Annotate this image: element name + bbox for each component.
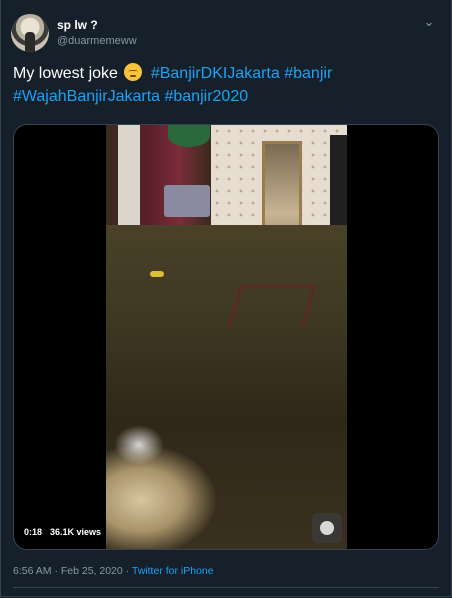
video-scene-box — [164, 185, 210, 217]
hashtag-banjir2020[interactable]: #banjir2020 — [164, 88, 248, 105]
pensive-face-emoji-icon — [124, 63, 143, 81]
avatar[interactable] — [11, 14, 49, 52]
video-player[interactable]: 0:18 36.1K views — [13, 124, 439, 550]
video-scene-coat — [330, 135, 347, 235]
chevron-down-icon[interactable]: ⌄ — [421, 14, 437, 30]
video-frame[interactable] — [106, 125, 347, 549]
tweet-card: sp lw ? @duarmemeww ⌄ My lowest joke #Ba… — [0, 0, 452, 597]
video-views-badge: 36.1K views — [46, 524, 106, 541]
author-handle[interactable]: @duarmemeww — [57, 35, 137, 47]
video-scene-plant — [168, 125, 210, 147]
tweet-header: sp lw ? @duarmemeww ⌄ — [11, 14, 441, 54]
video-scene-chair — [228, 285, 316, 328]
hashtag-wajahbanjirjakarta[interactable]: #WajahBanjirJakarta — [13, 88, 160, 105]
hashtag-banjirdkijakarta[interactable]: #BanjirDKIJakarta — [151, 65, 280, 82]
hashtag-banjir[interactable]: #banjir — [284, 65, 332, 82]
video-play-control-icon[interactable] — [312, 513, 342, 543]
author-name[interactable]: sp lw ? — [57, 18, 98, 32]
tweet-text-plain: My lowest joke — [13, 65, 118, 82]
divider — [13, 587, 439, 588]
video-scene-floating-object — [150, 271, 164, 277]
tweet-timestamp[interactable]: 6:56 AM · Feb 25, 2020 · — [13, 565, 129, 577]
tweet-source[interactable]: Twitter for iPhone — [132, 565, 214, 577]
video-time-badge: 0:18 — [20, 524, 47, 541]
video-scene-glare — [114, 425, 164, 465]
tweet-text: My lowest joke #BanjirDKIJakarta #banjir… — [13, 62, 443, 108]
video-scene-pillar — [118, 125, 140, 235]
tweet-meta: 6:56 AM · Feb 25, 2020 · Twitter for iPh… — [13, 565, 214, 577]
